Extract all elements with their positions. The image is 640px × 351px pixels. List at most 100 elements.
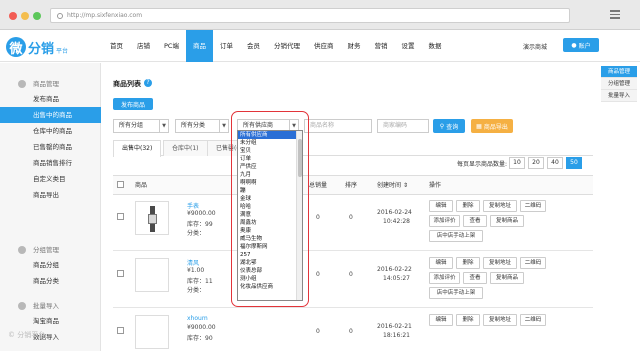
action-button-3[interactable]: 二维码: [520, 200, 546, 212]
dropdown-option[interactable]: 奥康: [238, 227, 302, 235]
dropdown-option[interactable]: 257: [238, 251, 302, 259]
category-select[interactable]: 所有分类 ▼: [175, 119, 229, 133]
dropdown-option[interactable]: 福尔摩斯网: [238, 243, 302, 251]
minimize-window-dot[interactable]: [21, 12, 29, 20]
nav-item-5[interactable]: 会员: [240, 30, 267, 62]
tab-in-warehouse[interactable]: 仓库中(1): [163, 140, 208, 156]
product-thumbnail[interactable]: [135, 201, 169, 235]
col-sales[interactable]: 总销量: [309, 176, 327, 196]
product-name[interactable]: xhoum: [187, 315, 208, 322]
product-name[interactable]: 清风: [187, 258, 199, 267]
nav-item-0[interactable]: 首页: [103, 30, 130, 62]
col-created[interactable]: 创建时间 ⇕: [377, 176, 408, 196]
action-button-7[interactable]: 店中店手动上架: [429, 287, 483, 299]
action-button-1[interactable]: 删除: [456, 257, 480, 269]
merchant-code-input[interactable]: [377, 119, 429, 133]
sidebar-item-1-0[interactable]: 商品分组: [0, 257, 101, 273]
store-link[interactable]: 演示商城: [523, 42, 547, 51]
nav-item-8[interactable]: 财务: [340, 30, 367, 62]
sidebar-item-2-0[interactable]: 淘宝商品: [0, 313, 101, 329]
sidebar-item-0-5[interactable]: 自定义类目: [0, 171, 101, 187]
action-button-1[interactable]: 删除: [456, 200, 480, 212]
publish-product-button[interactable]: 发布商品: [113, 98, 153, 110]
product-name-input[interactable]: [304, 119, 372, 133]
group-select[interactable]: 所有分组 ▼: [113, 119, 169, 133]
row-checkbox[interactable]: [117, 270, 124, 277]
product-thumbnail[interactable]: [135, 258, 169, 292]
dropdown-option[interactable]: 金球: [238, 195, 302, 203]
dropdown-option[interactable]: 严供应: [238, 163, 302, 171]
action-button-0[interactable]: 编辑: [429, 257, 453, 269]
action-button-3[interactable]: 二维码: [520, 257, 546, 269]
action-button-2[interactable]: 复制地址: [483, 200, 517, 212]
sidebar-item-1-1[interactable]: 商品分类: [0, 273, 101, 289]
row-checkbox[interactable]: [117, 327, 124, 334]
action-button-5[interactable]: 查看: [463, 215, 487, 227]
nav-item-6[interactable]: 分销代理: [267, 30, 307, 62]
product-thumbnail[interactable]: [135, 315, 169, 349]
right-panel-item-1[interactable]: 分组管理: [601, 78, 637, 90]
dropdown-option[interactable]: 湖北鄂: [238, 259, 302, 267]
page-size-10[interactable]: 10: [509, 157, 525, 169]
action-button-4[interactable]: 添加评价: [429, 215, 460, 227]
dropdown-option[interactable]: 订单: [238, 155, 302, 163]
search-button[interactable]: ⚲ 查询: [433, 119, 465, 133]
browser-menu-icon[interactable]: [610, 10, 620, 20]
right-panel-item-2[interactable]: 批量导入: [601, 90, 637, 102]
product-name[interactable]: 手表: [187, 201, 199, 210]
dropdown-option[interactable]: 测小组: [238, 275, 302, 283]
nav-item-4[interactable]: 订单: [213, 30, 240, 62]
action-button-6[interactable]: 复制商品: [490, 215, 524, 227]
dropdown-option[interactable]: 满意: [238, 211, 302, 219]
address-bar[interactable]: http://mp.sixfenxiao.com: [50, 8, 570, 23]
logo[interactable]: 微 分销 平台: [6, 36, 68, 58]
page-size-50[interactable]: 50: [566, 157, 582, 169]
dropdown-option[interactable]: 未分组: [238, 139, 302, 147]
action-button-6[interactable]: 复制商品: [490, 272, 524, 284]
row-checkbox[interactable]: [117, 213, 124, 220]
export-button[interactable]: ▦ 商品导出: [471, 119, 513, 133]
dropdown-option[interactable]: 威马生物: [238, 235, 302, 243]
nav-item-7[interactable]: 供应商: [307, 30, 341, 62]
action-button-5[interactable]: 查看: [463, 272, 487, 284]
dropdown-scroll-thumb[interactable]: [298, 139, 302, 177]
page-size-20[interactable]: 20: [528, 157, 544, 169]
dropdown-option[interactable]: 九月: [238, 171, 302, 179]
col-sort[interactable]: 排序: [345, 176, 357, 196]
sidebar-item-0-4[interactable]: 商品销售排行: [0, 155, 101, 171]
action-button-0[interactable]: 编辑: [429, 200, 453, 212]
action-button-2[interactable]: 复制地址: [483, 314, 517, 326]
sidebar-item-0-6[interactable]: 商品导出: [0, 187, 101, 203]
nav-item-1[interactable]: 店铺: [130, 30, 157, 62]
sidebar-item-0-2[interactable]: 仓库中的商品: [0, 123, 101, 139]
dropdown-option[interactable]: 啊啊啊: [238, 179, 302, 187]
action-button-7[interactable]: 店中店手动上架: [429, 230, 483, 242]
page-size-40[interactable]: 40: [547, 157, 563, 169]
sidebar-item-0-3[interactable]: 已售罄的商品: [0, 139, 101, 155]
dropdown-option[interactable]: 仪表总部: [238, 267, 302, 275]
dropdown-option[interactable]: 哈哈: [238, 203, 302, 211]
tab-on-sale[interactable]: 出售中(32): [113, 140, 162, 157]
dropdown-option[interactable]: 周鑫坊: [238, 219, 302, 227]
maximize-window-dot[interactable]: [33, 12, 41, 20]
help-icon[interactable]: ?: [144, 79, 152, 87]
nav-item-3[interactable]: 商品: [185, 30, 213, 62]
nav-item-9[interactable]: 营销: [367, 30, 394, 62]
close-window-dot[interactable]: [9, 12, 17, 20]
dropdown-scrollbar[interactable]: [296, 131, 302, 300]
action-button-4[interactable]: 添加评价: [429, 272, 460, 284]
right-panel-item-0[interactable]: 商品管理: [601, 66, 637, 78]
action-button-2[interactable]: 复制地址: [483, 257, 517, 269]
select-all-checkbox[interactable]: [117, 181, 124, 188]
sidebar-item-0-1[interactable]: 出售中的商品: [0, 107, 101, 123]
dropdown-option[interactable]: 蹦: [238, 187, 302, 195]
action-button-3[interactable]: 二维码: [520, 314, 546, 326]
action-button-1[interactable]: 删除: [456, 314, 480, 326]
action-button-0[interactable]: 编辑: [429, 314, 453, 326]
account-button[interactable]: ● 账户: [563, 38, 599, 52]
nav-item-11[interactable]: 数据: [421, 30, 448, 62]
nav-item-10[interactable]: 设置: [394, 30, 421, 62]
sidebar-item-0-0[interactable]: 发布商品: [0, 91, 101, 107]
dropdown-option[interactable]: 宝贝: [238, 147, 302, 155]
nav-item-2[interactable]: PC端: [157, 30, 186, 62]
